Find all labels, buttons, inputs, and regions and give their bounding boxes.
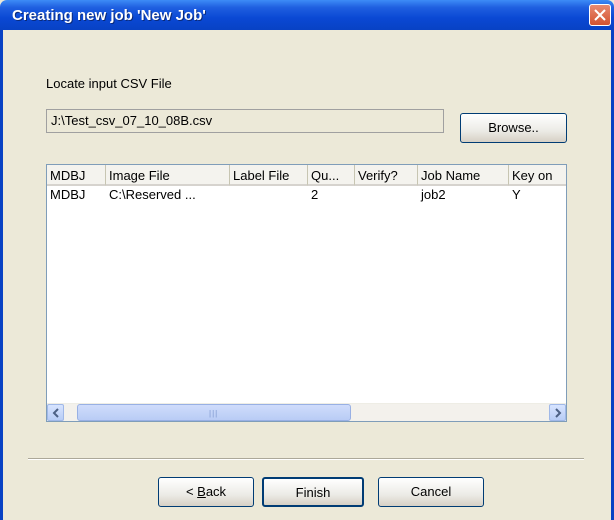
csv-preview-list[interactable]: MDBJ Image File Label File Qu... Verify?… [46, 164, 567, 422]
table-row[interactable]: MDBJ C:\Reserved ... 2 job2 Y [47, 187, 566, 203]
back-prefix: < [185, 484, 198, 499]
cell-quantity: 2 [311, 187, 319, 202]
column-header-image-file[interactable]: Image File [106, 165, 230, 186]
scroll-left-button[interactable] [47, 404, 64, 421]
csv-file-label: Locate input CSV File [46, 76, 172, 91]
column-header-job-name[interactable]: Job Name [418, 165, 509, 186]
cell-verify [355, 187, 418, 203]
cancel-button[interactable]: Cancel [378, 477, 484, 507]
close-icon [594, 9, 606, 21]
back-mnemonic: B [197, 484, 206, 499]
column-header-quantity[interactable]: Qu... [308, 165, 355, 186]
back-button[interactable]: < Back [158, 477, 254, 507]
grip-icon: ||| [209, 409, 219, 418]
separator [28, 458, 584, 460]
arrow-right-icon [555, 408, 562, 418]
back-label-rest: ack [205, 484, 227, 499]
arrow-left-icon [52, 408, 59, 418]
title-bar: Creating new job 'New Job' [0, 0, 614, 30]
cell-job-name: job2 [421, 187, 446, 202]
column-header-label-file[interactable]: Label File [230, 165, 308, 186]
horizontal-scrollbar[interactable]: ||| [47, 403, 566, 421]
window-title: Creating new job 'New Job' [12, 7, 206, 24]
list-header: MDBJ Image File Label File Qu... Verify?… [47, 165, 566, 187]
cell-mdbj: MDBJ [50, 187, 86, 202]
cell-image-file: C:\Reserved ... [109, 187, 196, 202]
column-header-mdbj[interactable]: MDBJ [47, 165, 106, 186]
window-frame-left [0, 30, 3, 520]
cell-key-on: Y [512, 187, 521, 202]
column-header-verify[interactable]: Verify? [355, 165, 418, 186]
scroll-right-button[interactable] [549, 404, 566, 421]
close-button[interactable] [589, 4, 611, 26]
finish-button[interactable]: Finish [262, 477, 364, 507]
cell-label-file [230, 187, 308, 203]
csv-path-field[interactable]: J:\Test_csv_07_10_08B.csv [46, 109, 444, 133]
column-header-key-on[interactable]: Key on [509, 165, 566, 186]
scrollbar-thumb[interactable]: ||| [77, 404, 351, 421]
browse-button[interactable]: Browse.. [460, 113, 567, 143]
